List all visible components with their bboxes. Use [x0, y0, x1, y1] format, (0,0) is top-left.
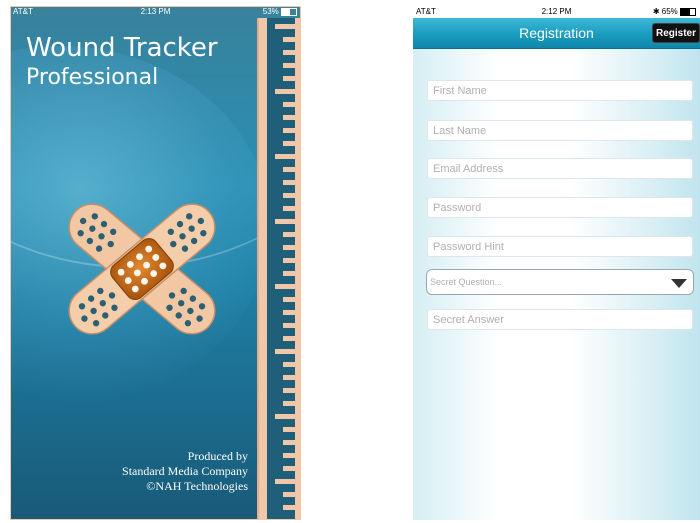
email-field[interactable]	[427, 158, 693, 179]
splash-screen: AT&T 2:13 PM 53% Wound Tracker Professio…	[10, 6, 301, 520]
ruler-tick	[283, 362, 295, 367]
ruler-tick	[283, 245, 295, 250]
ruler-tick	[283, 50, 295, 55]
ruler-tick	[283, 102, 295, 107]
status-bar: AT&T 2:13 PM 53%	[10, 6, 301, 18]
navigation-bar: Registration Register	[413, 18, 700, 49]
ruler-tick	[283, 258, 295, 263]
ruler-tick	[283, 440, 295, 445]
last-name-field[interactable]	[427, 120, 693, 141]
ruler-ticks	[275, 24, 295, 510]
ruler-tick	[283, 492, 295, 497]
registration-screen: AT&T 2:12 PM ✱ 65% Registration Register…	[413, 6, 700, 520]
ruler-edge	[257, 18, 301, 520]
password-field[interactable]	[427, 197, 693, 218]
ruler-tick	[283, 427, 295, 432]
ruler-tick	[283, 401, 295, 406]
ruler-tick	[283, 115, 295, 120]
ruler-tick	[283, 193, 295, 198]
ruler-tick	[283, 37, 295, 42]
ruler-tick	[283, 128, 295, 133]
ruler-tick	[283, 167, 295, 172]
ruler-tick	[283, 388, 295, 393]
credits-company: Standard Media Company	[122, 464, 248, 478]
ruler-tick	[275, 219, 295, 224]
ruler-tick	[283, 323, 295, 328]
ruler-tick	[283, 505, 295, 510]
ruler-strip	[267, 18, 295, 520]
ruler-tick	[275, 284, 295, 289]
ruler-tick	[275, 154, 295, 159]
secret-answer-field[interactable]	[427, 309, 693, 330]
ruler-tick	[283, 180, 295, 185]
ruler-tick	[275, 89, 295, 94]
ruler-tick	[283, 232, 295, 237]
ruler-tick	[275, 479, 295, 484]
app-title: Wound Tracker	[26, 33, 218, 63]
ruler-tick	[283, 271, 295, 276]
ruler-tick	[283, 76, 295, 81]
battery-status: ✱ 65%	[653, 7, 696, 16]
battery-icon	[680, 7, 696, 16]
secret-question-select[interactable]: Secret Question...	[426, 269, 694, 295]
ruler-tick	[283, 453, 295, 458]
battery-icon	[281, 7, 297, 16]
ruler-tick	[283, 206, 295, 211]
chevron-down-icon[interactable]	[671, 279, 687, 288]
status-time: 2:13 PM	[140, 7, 171, 16]
ruler-tick	[283, 375, 295, 380]
ruler-tick	[283, 336, 295, 341]
secret-question-value: Secret Question...	[430, 277, 503, 287]
battery-status: 53%	[263, 7, 297, 16]
crossed-bandages-icon	[68, 203, 216, 335]
ruler-tick	[283, 141, 295, 146]
battery-percent: 65%	[661, 7, 678, 16]
ruler-tick	[275, 24, 295, 29]
ruler-tick	[283, 297, 295, 302]
ruler-tick	[283, 63, 295, 68]
ruler-tick	[283, 310, 295, 315]
ruler-tick	[275, 349, 295, 354]
password-hint-field[interactable]	[427, 236, 693, 257]
ruler-tick	[283, 466, 295, 471]
app-subtitle: Professional	[26, 65, 159, 90]
bluetooth-icon: ✱	[652, 7, 660, 16]
battery-percent: 53%	[262, 7, 279, 16]
ruler-tick	[275, 414, 295, 419]
register-button[interactable]: Register	[652, 23, 700, 43]
credits: Produced by Standard Media Company ©NAH …	[122, 449, 248, 494]
credits-copyright: ©NAH Technologies	[146, 479, 248, 493]
first-name-field[interactable]	[427, 80, 693, 101]
status-bar: AT&T 2:12 PM ✱ 65%	[413, 6, 700, 18]
credits-produced-by: Produced by	[187, 449, 248, 463]
